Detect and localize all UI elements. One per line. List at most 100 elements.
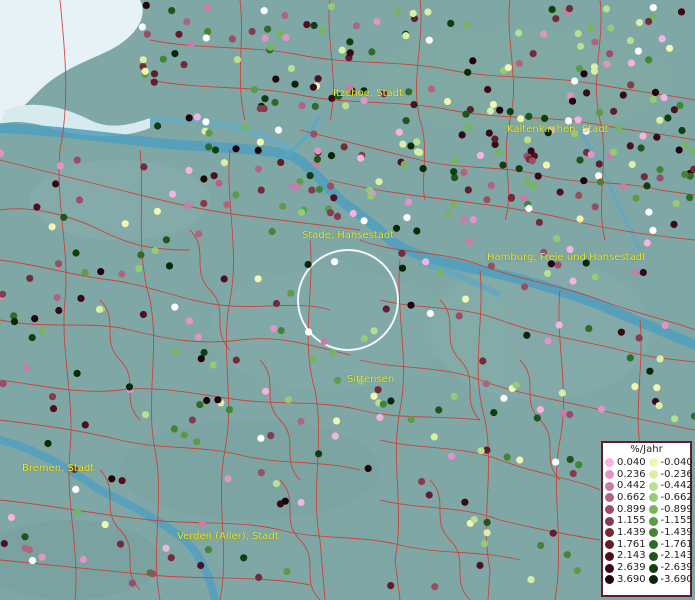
data-point bbox=[196, 401, 204, 409]
data-point bbox=[535, 218, 544, 226]
data-point bbox=[670, 106, 679, 114]
data-point bbox=[563, 551, 571, 559]
data-point bbox=[517, 115, 525, 123]
data-point bbox=[298, 102, 306, 110]
data-point bbox=[81, 421, 89, 429]
data-point bbox=[631, 383, 639, 391]
data-point bbox=[480, 540, 489, 548]
legend-entry-positive: 3.690 bbox=[603, 574, 647, 585]
data-point bbox=[33, 203, 41, 211]
data-point bbox=[521, 283, 529, 291]
data-point bbox=[370, 392, 378, 400]
data-point bbox=[197, 561, 205, 570]
data-point bbox=[254, 165, 262, 173]
data-point bbox=[575, 461, 583, 469]
data-point bbox=[368, 48, 376, 56]
data-point bbox=[387, 397, 395, 405]
city-label-stade: Stade, Hansestadt bbox=[302, 230, 395, 241]
data-point bbox=[649, 4, 657, 12]
data-point bbox=[314, 147, 322, 155]
data-point bbox=[306, 172, 314, 180]
data-point bbox=[525, 204, 533, 213]
data-point bbox=[649, 95, 657, 103]
data-point bbox=[627, 81, 635, 89]
data-point bbox=[558, 389, 567, 397]
data-point bbox=[260, 7, 268, 15]
data-point bbox=[135, 265, 143, 273]
data-point bbox=[224, 475, 232, 483]
data-point bbox=[649, 226, 657, 234]
data-point bbox=[379, 400, 387, 408]
legend-swatch bbox=[648, 540, 658, 550]
data-point bbox=[153, 207, 161, 215]
data-point bbox=[609, 148, 618, 156]
data-point bbox=[254, 146, 262, 154]
data-point bbox=[232, 145, 240, 153]
data-point bbox=[626, 37, 635, 45]
legend-value: -1.155 bbox=[660, 515, 693, 527]
data-point bbox=[666, 44, 674, 52]
data-point bbox=[352, 22, 361, 30]
legend-entry-negative: -0.040 bbox=[647, 457, 693, 468]
data-point bbox=[427, 85, 436, 93]
data-point bbox=[462, 110, 470, 118]
data-point bbox=[656, 174, 664, 182]
data-point bbox=[602, 5, 611, 13]
data-point bbox=[395, 128, 403, 136]
data-point bbox=[476, 561, 484, 570]
data-point bbox=[289, 183, 297, 191]
legend-value: -3.690 bbox=[660, 573, 693, 585]
data-point bbox=[75, 196, 84, 204]
data-point bbox=[38, 553, 46, 561]
data-point bbox=[504, 64, 512, 72]
data-point bbox=[490, 409, 498, 417]
legend-entry-positive: 2.639 bbox=[603, 563, 647, 573]
legend-value: 1.439 bbox=[617, 526, 646, 538]
legend-entry-negative: -3.690 bbox=[647, 573, 693, 585]
data-point bbox=[272, 480, 280, 488]
data-point bbox=[507, 194, 515, 202]
data-point bbox=[580, 177, 588, 185]
data-point bbox=[409, 9, 417, 18]
data-point bbox=[195, 230, 203, 238]
data-point bbox=[487, 262, 495, 270]
data-point bbox=[631, 268, 639, 276]
data-point bbox=[553, 235, 561, 243]
data-point bbox=[151, 247, 159, 255]
data-point bbox=[486, 107, 494, 115]
legend-entry-negative: -2.143 bbox=[647, 551, 693, 561]
data-point bbox=[242, 123, 250, 131]
data-point bbox=[617, 328, 626, 336]
data-point bbox=[426, 309, 434, 318]
data-point bbox=[515, 59, 524, 67]
data-point bbox=[583, 89, 591, 97]
data-point bbox=[643, 239, 651, 247]
data-point bbox=[565, 5, 574, 13]
legend-swatch bbox=[648, 575, 658, 585]
data-point bbox=[223, 201, 231, 209]
data-point bbox=[576, 156, 584, 164]
data-point bbox=[268, 227, 276, 236]
data-point bbox=[331, 258, 339, 266]
data-point bbox=[287, 289, 295, 297]
data-point bbox=[304, 260, 312, 269]
data-point bbox=[202, 34, 210, 42]
data-point bbox=[287, 64, 296, 73]
data-point bbox=[656, 116, 664, 124]
map-view[interactable]: Itzehoe, Stadt Kaltenkirchen, Stadt Stad… bbox=[0, 0, 695, 600]
data-point bbox=[487, 181, 495, 189]
data-point bbox=[424, 8, 432, 16]
data-point bbox=[598, 405, 606, 413]
data-point bbox=[49, 405, 58, 413]
legend-swatch bbox=[605, 516, 614, 526]
data-point bbox=[185, 166, 193, 174]
data-point bbox=[175, 30, 183, 38]
data-point bbox=[491, 135, 499, 143]
data-point bbox=[615, 124, 623, 132]
data-point bbox=[407, 301, 415, 309]
data-point bbox=[279, 202, 287, 210]
data-point bbox=[282, 34, 290, 42]
data-point bbox=[121, 220, 129, 228]
city-label-itzehoe: Itzehoe, Stadt bbox=[333, 88, 403, 99]
data-point bbox=[149, 570, 157, 578]
